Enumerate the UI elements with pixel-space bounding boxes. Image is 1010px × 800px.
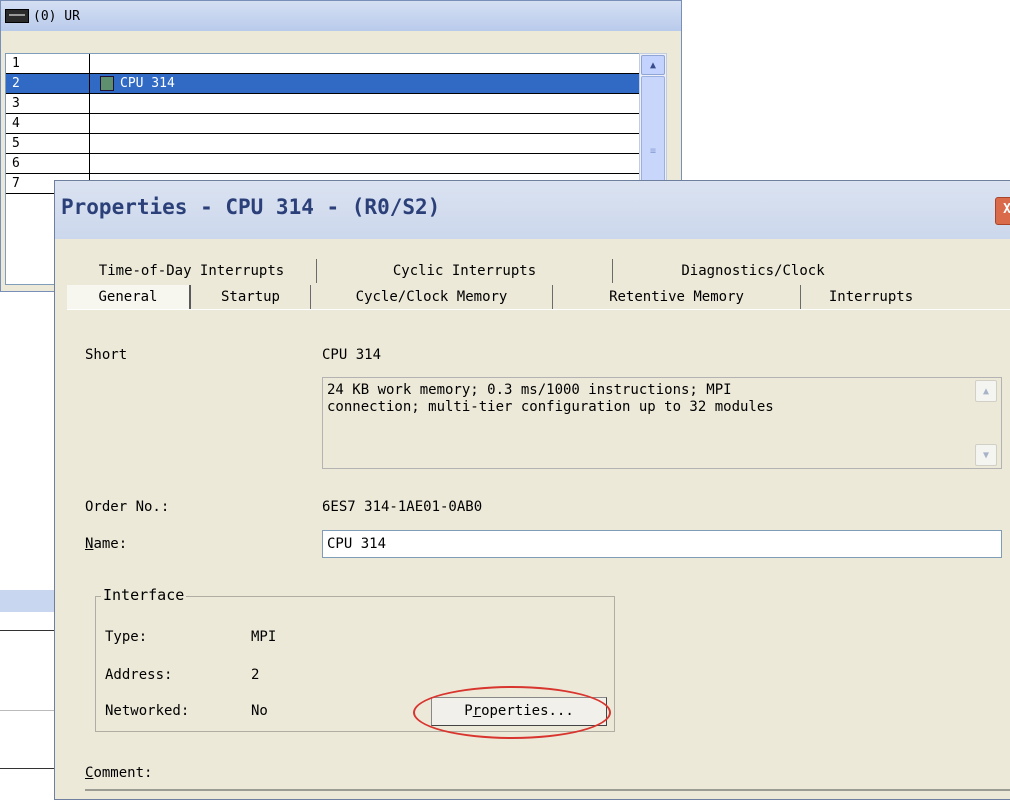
interface-properties-button[interactable]: Properties... <box>431 697 607 726</box>
background-divider <box>0 768 54 769</box>
comment-field-edge[interactable] <box>85 789 1010 791</box>
background-divider <box>0 630 54 631</box>
tab-cyclic-interrupts[interactable]: Cyclic Interrupts <box>317 259 613 283</box>
slot-module <box>90 54 640 73</box>
tab-time-of-day-interrupts[interactable]: Time-of-Day Interrupts <box>67 259 317 283</box>
networked-value: No <box>251 703 268 719</box>
tab-diagnostics-clock[interactable]: Diagnostics/Clock <box>613 259 893 283</box>
slot-module <box>90 94 640 113</box>
slot-number: 5 <box>6 134 90 153</box>
name-label-text: ame: <box>93 536 128 552</box>
address-value: 2 <box>251 667 260 683</box>
order-number-value: 6ES7 314-1AE01-0AB0 <box>322 499 483 515</box>
close-icon[interactable]: X <box>995 197 1010 225</box>
address-label: Address: <box>105 667 173 683</box>
rack-title-bar: (0) UR <box>1 1 681 31</box>
rack-title: (0) UR <box>33 8 80 24</box>
slot-module: CPU 314 <box>90 74 640 93</box>
button-label-pre: P <box>464 703 473 719</box>
tab-row-back: Time-of-Day Interrupts Cyclic Interrupts… <box>67 259 1010 283</box>
description-scrollbar[interactable]: ▲ ▼ <box>975 380 999 466</box>
slot-number: 1 <box>6 54 90 73</box>
description-box[interactable]: 24 KB work memory; 0.3 ms/1000 instructi… <box>322 377 1002 469</box>
rack-icon <box>5 9 29 23</box>
slot-number: 4 <box>6 114 90 133</box>
short-label: Short <box>85 347 128 363</box>
type-label: Type: <box>105 629 148 645</box>
slot-module <box>90 154 640 173</box>
rack-row[interactable]: 4 <box>6 114 640 134</box>
scroll-down-icon[interactable]: ▼ <box>975 444 997 466</box>
background-window-header <box>0 590 54 612</box>
networked-label: Networked: <box>105 703 190 719</box>
slot-module <box>90 134 640 153</box>
dialog-title-bar: Properties - CPU 314 - (R0/S2) X <box>55 181 1010 239</box>
scroll-up-icon[interactable]: ▲ <box>641 55 665 75</box>
type-value: MPI <box>251 629 277 645</box>
comment-label-text: omment: <box>93 765 153 781</box>
slot-number: 3 <box>6 94 90 113</box>
rack-row[interactable]: 1 <box>6 54 640 74</box>
slot-module <box>90 114 640 133</box>
background-divider <box>0 710 54 711</box>
scroll-up-icon[interactable]: ▲ <box>975 380 997 402</box>
slot-module-label: CPU 314 <box>120 76 175 91</box>
rack-row[interactable]: 3 <box>6 94 640 114</box>
short-value: CPU 314 <box>322 347 382 363</box>
button-label-post: operties... <box>481 703 574 719</box>
tab-interrupts[interactable]: Interrupts <box>801 285 941 309</box>
tab-startup[interactable]: Startup <box>191 285 311 309</box>
tab-general[interactable]: General <box>67 285 191 309</box>
cpu-module-icon <box>100 76 114 91</box>
tab-row-front: General Startup Cycle/Clock Memory Reten… <box>67 285 1010 309</box>
name-label: Name: <box>85 536 127 552</box>
dialog-title: Properties - CPU 314 - (R0/S2) <box>61 195 441 219</box>
comment-label: Comment: <box>85 765 152 781</box>
tab-panel-border <box>67 309 1010 310</box>
slot-number: 2 <box>6 74 90 93</box>
slot-number: 6 <box>6 154 90 173</box>
rack-row-selected[interactable]: 2 CPU 314 <box>6 74 640 94</box>
rack-row[interactable]: 5 <box>6 134 640 154</box>
tab-cycle-clock-memory[interactable]: Cycle/Clock Memory <box>311 285 553 309</box>
rack-row[interactable]: 6 <box>6 154 640 174</box>
name-input[interactable] <box>322 530 1002 558</box>
interface-legend: Interface <box>101 586 187 604</box>
description-text: 24 KB work memory; 0.3 ms/1000 instructi… <box>327 382 774 415</box>
order-number-label: Order No.: <box>85 499 170 515</box>
tab-retentive-memory[interactable]: Retentive Memory <box>553 285 801 309</box>
properties-dialog: Properties - CPU 314 - (R0/S2) X Time-of… <box>54 180 1010 800</box>
button-label-mnemonic: r <box>472 703 482 719</box>
